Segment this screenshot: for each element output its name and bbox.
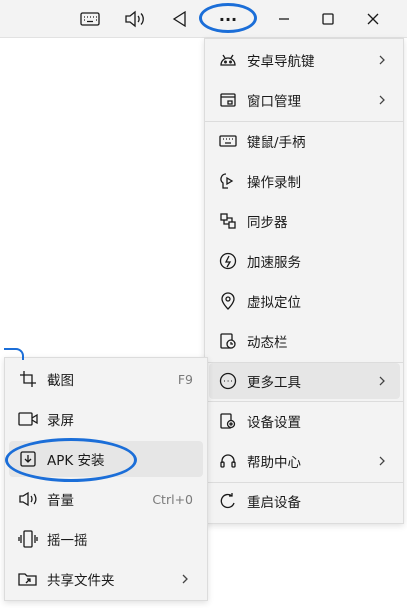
menu-item-label: 加速服务 [247, 255, 301, 271]
chevron-right-icon [179, 573, 191, 585]
menu-item-android-nav[interactable]: 安卓导航键 [209, 42, 400, 78]
chevron-right-icon [376, 455, 388, 467]
menu-item-label: 截图 [47, 373, 74, 389]
annotation-stroke [4, 348, 24, 360]
menu-item-accelerate[interactable]: 加速服务 [209, 243, 400, 279]
menu-item-sync[interactable]: 同步器 [209, 203, 400, 239]
help-icon [218, 451, 238, 471]
window-icon [218, 90, 238, 110]
volume-icon[interactable] [115, 0, 155, 38]
chevron-right-icon [376, 54, 388, 66]
menu-item-label: 音量 [47, 493, 74, 509]
close-icon[interactable] [353, 0, 393, 38]
menu-item-label: 同步器 [247, 215, 288, 231]
menu-item-device-settings[interactable]: 设备设置 [209, 403, 400, 439]
chevron-right-icon [376, 375, 388, 387]
menu-item-label: 操作录制 [247, 175, 301, 191]
minimize-icon[interactable] [264, 0, 304, 38]
video-icon [18, 409, 38, 429]
menu-item-virtual-location[interactable]: 虚拟定位 [209, 283, 400, 319]
menu-item-label: 设备设置 [247, 415, 301, 431]
shortcut-label: F9 [177, 371, 193, 387]
shake-icon [18, 529, 38, 549]
location-icon [218, 291, 238, 311]
menu-item-label: 重启设备 [247, 495, 301, 511]
menu-item-label: 安卓导航键 [247, 54, 315, 70]
menu-item-record[interactable]: 操作录制 [209, 163, 400, 199]
menu-divider [205, 121, 403, 122]
menu-item-label: 动态栏 [247, 335, 288, 351]
menu-item-screen-record[interactable]: 录屏 [9, 401, 203, 437]
keyboard-icon [218, 131, 238, 151]
more-tools-submenu: 截图 F9 录屏 APK 安装 音量 Ctrl+0 摇一摇 共享文件夹 [4, 357, 208, 601]
more-circle-icon [218, 371, 238, 391]
maximize-icon[interactable] [308, 0, 348, 38]
menu-item-dynamic-bar[interactable]: 动态栏 [209, 323, 400, 359]
menu-divider [205, 401, 403, 402]
menu-item-label: 窗口管理 [247, 94, 301, 110]
keyboard-icon[interactable] [70, 0, 110, 38]
volume-icon [18, 489, 38, 509]
menu-item-label: 键鼠/手柄 [247, 135, 306, 151]
menu-item-label: 更多工具 [247, 375, 301, 391]
menu-item-shake[interactable]: 摇一摇 [9, 521, 203, 557]
chevron-right-icon [376, 94, 388, 106]
lightning-icon [218, 251, 238, 271]
menu-item-label: 帮助中心 [247, 455, 301, 471]
shortcut-label: Ctrl+0 [152, 491, 193, 507]
android-icon [218, 50, 238, 70]
annotation-circle [5, 438, 137, 482]
menu-item-label: 录屏 [47, 413, 74, 429]
device-settings-icon [218, 411, 238, 431]
dynamic-bar-icon [218, 331, 238, 351]
menu-item-keyboard-gamepad[interactable]: 键鼠/手柄 [209, 123, 400, 159]
menu-item-more-tools[interactable]: 更多工具 [209, 363, 400, 399]
sync-icon [218, 211, 238, 231]
menu-item-label: 摇一摇 [47, 533, 88, 549]
annotation-circle [199, 3, 257, 33]
menu-item-help-center[interactable]: 帮助中心 [209, 443, 400, 479]
share-folder-icon [18, 569, 38, 589]
menu-item-screenshot[interactable]: 截图 F9 [9, 361, 203, 397]
menu-item-restart-device[interactable]: 重启设备 [209, 483, 400, 519]
window-toolbar: ··· [0, 0, 407, 38]
menu-item-volume[interactable]: 音量 Ctrl+0 [9, 481, 203, 517]
restart-icon [218, 491, 238, 511]
menu-item-window-manage[interactable]: 窗口管理 [209, 82, 400, 118]
menu-item-label: 共享文件夹 [47, 573, 115, 589]
back-triangle-icon[interactable] [160, 0, 200, 38]
crop-icon [18, 369, 38, 389]
record-icon [218, 171, 238, 191]
menu-item-label: 虚拟定位 [247, 295, 301, 311]
menu-item-share-folder[interactable]: 共享文件夹 [9, 561, 203, 597]
main-menu: 安卓导航键 窗口管理 键鼠/手柄 操作录制 同步器 加速服务 虚拟定位 动态栏 … [204, 38, 404, 524]
